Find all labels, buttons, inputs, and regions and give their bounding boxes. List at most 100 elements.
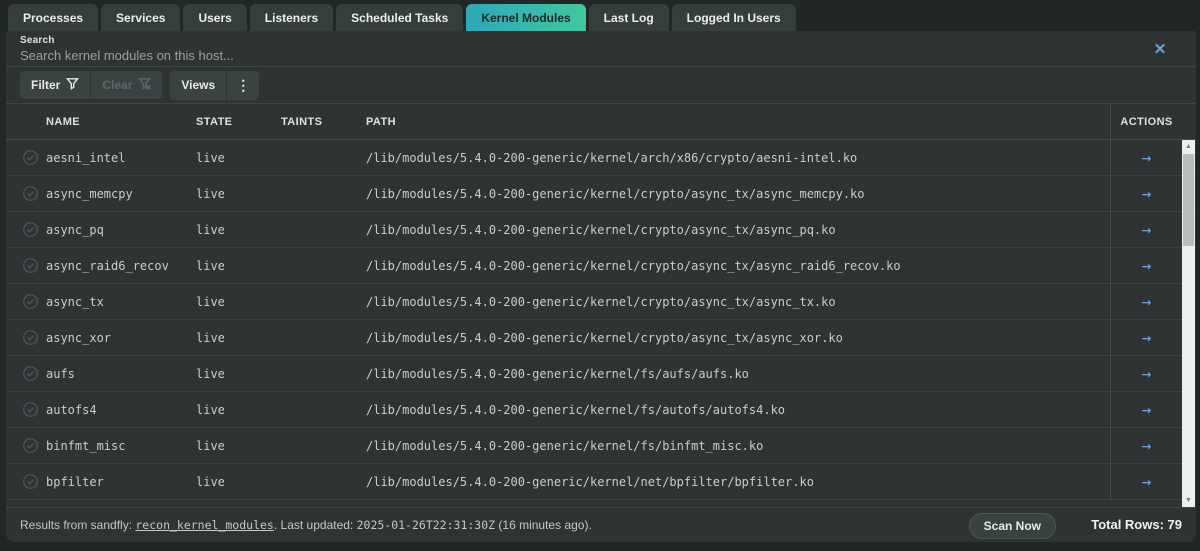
column-header-name[interactable]: NAME xyxy=(46,104,80,140)
table-row[interactable]: async_raid6_recov live /lib/modules/5.4.… xyxy=(6,248,1196,284)
actions-cell: → xyxy=(1110,320,1182,356)
tab-listeners[interactable]: Listeners xyxy=(249,4,334,31)
row-detail-arrow-icon[interactable]: → xyxy=(1142,186,1152,202)
filter-x-icon xyxy=(138,77,152,93)
tab-logged-in-users[interactable]: Logged In Users xyxy=(671,4,796,31)
check-circle-icon[interactable] xyxy=(22,428,40,463)
check-circle-icon[interactable] xyxy=(22,392,40,427)
module-state: live xyxy=(196,294,225,309)
module-name: aufs xyxy=(46,366,75,381)
views-button[interactable]: Views xyxy=(170,71,226,100)
module-path: /lib/modules/5.4.0-200-generic/kernel/cr… xyxy=(366,258,901,273)
module-path: /lib/modules/5.4.0-200-generic/kernel/ne… xyxy=(366,474,814,489)
row-detail-arrow-icon[interactable]: → xyxy=(1142,474,1152,490)
filter-button-label: Filter xyxy=(31,78,61,92)
module-state: live xyxy=(196,222,225,237)
column-header-state[interactable]: STATE xyxy=(196,104,232,140)
module-state: live xyxy=(196,330,225,345)
column-header-path[interactable]: PATH xyxy=(366,104,396,140)
tab-processes[interactable]: Processes xyxy=(8,4,99,31)
table-row[interactable]: async_tx live /lib/modules/5.4.0-200-gen… xyxy=(6,284,1196,320)
check-circle-icon[interactable] xyxy=(22,464,40,499)
tab-services[interactable]: Services xyxy=(101,4,181,31)
search-label: Search xyxy=(20,35,55,46)
results-footer: Results from sandfly: recon_kernel_modul… xyxy=(6,507,1196,542)
actions-cell: → xyxy=(1110,248,1182,284)
search-input[interactable]: Search kernel modules on this host... xyxy=(20,48,1182,63)
row-detail-arrow-icon[interactable]: → xyxy=(1142,150,1152,166)
actions-cell: → xyxy=(1110,392,1182,428)
vertical-scrollbar[interactable]: ▲ ▼ xyxy=(1182,140,1195,507)
check-circle-icon[interactable] xyxy=(22,356,40,391)
check-circle-icon[interactable] xyxy=(22,284,40,319)
module-state: live xyxy=(196,474,225,489)
actions-cell: → xyxy=(1110,140,1182,176)
table-row[interactable]: autofs4 live /lib/modules/5.4.0-200-gene… xyxy=(6,392,1196,428)
check-circle-icon[interactable] xyxy=(22,176,40,211)
row-detail-arrow-icon[interactable]: → xyxy=(1142,330,1152,346)
tab-kernel-modules[interactable]: Kernel Modules xyxy=(466,4,586,31)
table-header: NAME STATE TAINTS PATH ACTIONS xyxy=(6,104,1196,140)
filter-button[interactable]: Filter xyxy=(20,71,90,99)
row-detail-arrow-icon[interactable]: → xyxy=(1142,366,1152,382)
module-state: live xyxy=(196,150,225,165)
check-circle-icon[interactable] xyxy=(22,320,40,355)
module-name: binfmt_misc xyxy=(46,438,126,453)
module-path: /lib/modules/5.4.0-200-generic/kernel/fs… xyxy=(366,438,764,453)
row-detail-arrow-icon[interactable]: → xyxy=(1142,258,1152,274)
actions-cell: → xyxy=(1110,176,1182,212)
tab-users[interactable]: Users xyxy=(183,4,247,31)
row-detail-arrow-icon[interactable]: → xyxy=(1142,294,1152,310)
tab-bar: Processes Services Users Listeners Sched… xyxy=(0,0,1200,31)
module-path: /lib/modules/5.4.0-200-generic/kernel/cr… xyxy=(366,330,843,345)
module-name: async_tx xyxy=(46,294,104,309)
table-row[interactable]: aesni_intel live /lib/modules/5.4.0-200-… xyxy=(6,140,1196,176)
row-detail-arrow-icon[interactable]: → xyxy=(1142,222,1152,238)
updated-label: . Last updated: xyxy=(273,518,357,532)
table-row[interactable]: aufs live /lib/modules/5.4.0-200-generic… xyxy=(6,356,1196,392)
actions-cell: → xyxy=(1110,212,1182,248)
table-row[interactable]: binfmt_misc live /lib/modules/5.4.0-200-… xyxy=(6,428,1196,464)
module-name: async_raid6_recov xyxy=(46,258,169,273)
module-state: live xyxy=(196,402,225,417)
source-name-link[interactable]: recon_kernel_modules xyxy=(135,518,273,532)
last-updated-timestamp: 2025-01-26T22:31:30Z xyxy=(356,518,496,532)
views-button-group: Views ⋮ xyxy=(170,70,260,100)
scan-now-button[interactable]: Scan Now xyxy=(968,513,1056,539)
clear-filter-button[interactable]: Clear xyxy=(91,71,162,99)
column-header-taints[interactable]: TAINTS xyxy=(281,104,322,140)
clear-button-label: Clear xyxy=(102,78,133,92)
total-rows-count: Total Rows: 79 xyxy=(1091,517,1182,532)
table-row[interactable]: async_memcpy live /lib/modules/5.4.0-200… xyxy=(6,176,1196,212)
actions-cell: → xyxy=(1110,464,1182,500)
tab-last-log[interactable]: Last Log xyxy=(588,4,669,31)
check-circle-icon[interactable] xyxy=(22,212,40,247)
kebab-menu-icon[interactable]: ⋮ xyxy=(227,71,259,100)
module-state: live xyxy=(196,366,225,381)
module-path: /lib/modules/5.4.0-200-generic/kernel/fs… xyxy=(366,366,749,381)
row-detail-arrow-icon[interactable]: → xyxy=(1142,402,1152,418)
tab-scheduled-tasks[interactable]: Scheduled Tasks xyxy=(336,4,464,31)
scrollbar-thumb[interactable] xyxy=(1183,154,1194,246)
search-section: Search Search kernel modules on this hos… xyxy=(6,31,1196,67)
module-path: /lib/modules/5.4.0-200-generic/kernel/cr… xyxy=(366,294,836,309)
close-icon[interactable]: ✕ xyxy=(1152,42,1168,58)
row-detail-arrow-icon[interactable]: → xyxy=(1142,438,1152,454)
table-row[interactable]: bpfilter live /lib/modules/5.4.0-200-gen… xyxy=(6,464,1196,500)
table-row[interactable]: async_xor live /lib/modules/5.4.0-200-ge… xyxy=(6,320,1196,356)
module-state: live xyxy=(196,438,225,453)
column-header-actions: ACTIONS xyxy=(1110,104,1182,140)
module-name: async_memcpy xyxy=(46,186,133,201)
results-prefix: Results from sandfly: xyxy=(20,518,136,532)
check-circle-icon[interactable] xyxy=(22,248,40,283)
table-body: aesni_intel live /lib/modules/5.4.0-200-… xyxy=(6,140,1196,507)
check-circle-icon[interactable] xyxy=(22,140,40,175)
scrollbar-up-arrow-icon[interactable]: ▲ xyxy=(1182,140,1195,153)
table-row[interactable]: async_pq live /lib/modules/5.4.0-200-gen… xyxy=(6,212,1196,248)
module-name: async_xor xyxy=(46,330,112,345)
filter-funnel-icon xyxy=(66,77,80,93)
module-name: aesni_intel xyxy=(46,150,126,165)
actions-cell: → xyxy=(1110,356,1182,392)
module-state: live xyxy=(196,258,225,273)
scrollbar-down-arrow-icon[interactable]: ▼ xyxy=(1182,494,1195,507)
